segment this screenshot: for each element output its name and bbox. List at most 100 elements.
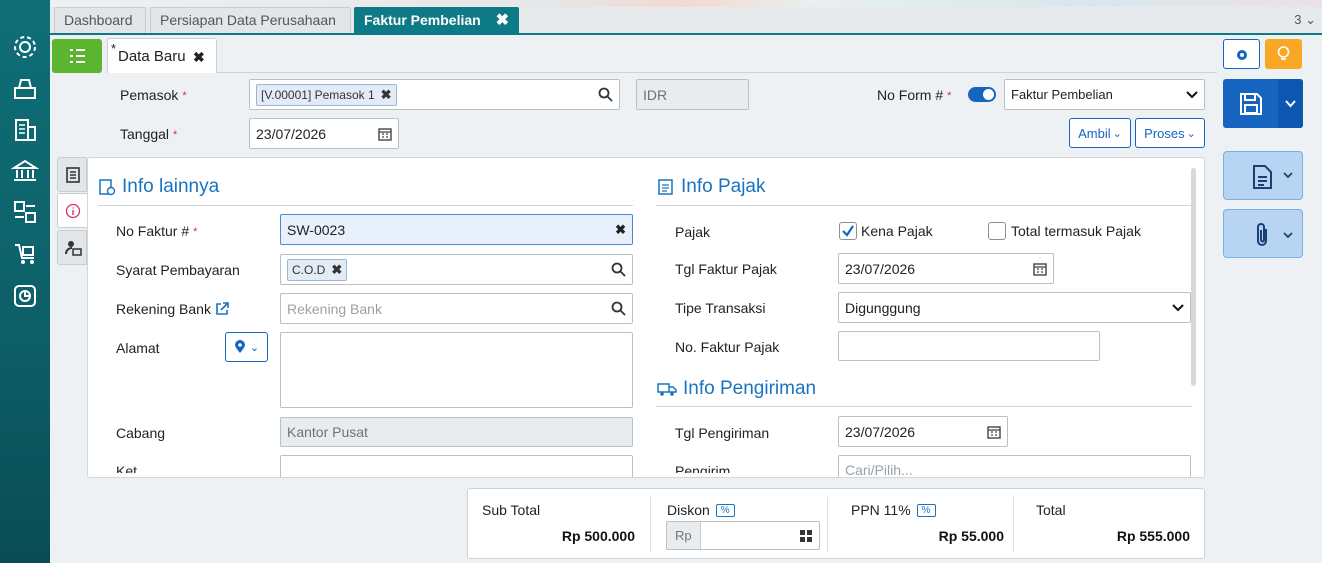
date-field[interactable]: 23/07/2026 [249, 118, 399, 149]
rekening-bank-field[interactable]: Rekening Bank [280, 293, 633, 324]
divider [827, 497, 828, 552]
pengirim-field[interactable]: Cari/Pilih... [838, 455, 1191, 477]
close-icon[interactable]: ✖ [496, 8, 509, 33]
kena-pajak-checkbox[interactable] [839, 222, 857, 240]
chevron-down-icon [1282, 230, 1294, 240]
keterangan-field[interactable] [280, 455, 633, 477]
no-faktur-pajak-label: No. Faktur Pajak [675, 339, 780, 355]
form-type-select[interactable]: Faktur Pembelian [1004, 79, 1205, 110]
remove-icon[interactable]: ✖ [381, 87, 392, 103]
close-icon[interactable]: ✖ [193, 49, 205, 66]
chevron-down-icon: ⌄ [249, 341, 260, 354]
kena-pajak-label: Kena Pajak [861, 223, 933, 239]
ppn-percent-toggle[interactable]: % [916, 504, 936, 517]
calendar-icon[interactable] [987, 425, 1001, 439]
divider [656, 205, 1192, 206]
settings-button[interactable] [1223, 39, 1260, 69]
list-menu-button[interactable] [52, 39, 102, 73]
cashier-icon[interactable] [11, 74, 39, 102]
alamat-textarea[interactable] [280, 332, 633, 408]
totals-bar: Sub Total Rp 500.000 Diskon% Rp PPN 11%%… [467, 488, 1205, 559]
report-chart-icon[interactable] [11, 282, 39, 310]
chevron-down-icon: ⌄ [1112, 127, 1122, 140]
info-panel: Info lainnya No Faktur # * SW-0023 ✖ Syar… [87, 157, 1205, 478]
tax-document-icon [657, 178, 675, 196]
remove-icon[interactable]: ✖ [331, 262, 342, 278]
settings-icon[interactable] [11, 33, 39, 61]
external-link-icon[interactable] [215, 302, 229, 316]
subtotal-value: Rp 500.000 [561, 528, 635, 544]
supplier-field[interactable]: [V.00001] Pemasok 1 ✖ [249, 79, 620, 110]
tipe-transaksi-label: Tipe Transaksi [675, 300, 766, 316]
tab-detail-items[interactable] [57, 157, 87, 192]
tab-overflow-menu[interactable]: 3 ⌄ [1294, 12, 1316, 28]
paperclip-icon [1252, 221, 1272, 249]
document-info-icon [98, 178, 116, 196]
tipe-transaksi-select[interactable]: Digunggung [838, 292, 1191, 323]
rekening-bank-label: Rekening Bank [116, 301, 229, 317]
save-options-caret[interactable] [1278, 79, 1303, 128]
chevron-down-icon [1172, 303, 1184, 312]
ppn-value: Rp 55.000 [938, 528, 1004, 544]
calendar-icon[interactable] [1033, 262, 1047, 276]
tab-persiapan-data[interactable]: Persiapan Data Perusahaan [150, 7, 351, 33]
tgl-pengiriman-field[interactable]: 23/07/2026 [838, 416, 1008, 447]
total-termasuk-pajak-label: Total termasuk Pajak [1011, 223, 1141, 239]
syarat-pembayaran-label: Syarat Pembayaran [116, 262, 240, 278]
diskon-input[interactable]: Rp [666, 521, 820, 550]
document-options-button[interactable] [1223, 151, 1303, 200]
search-icon[interactable] [611, 301, 626, 316]
search-icon[interactable] [598, 87, 613, 102]
diskon-label: Diskon% [667, 502, 735, 519]
info-lainnya-title: Info lainnya [98, 176, 219, 198]
cabang-label: Cabang [116, 425, 166, 441]
subtab-label: Data Baru [118, 48, 186, 65]
no-form-toggle[interactable] [968, 87, 996, 102]
divider [217, 72, 1217, 73]
app-sidebar [0, 0, 50, 563]
save-button[interactable] [1223, 79, 1303, 128]
total-label: Total [1036, 502, 1066, 518]
chevron-down-icon: ⌄ [1186, 127, 1196, 140]
panel-scrollbar[interactable] [1191, 168, 1196, 386]
alamat-label: Alamat [116, 340, 160, 356]
calculator-icon[interactable] [799, 529, 813, 543]
search-icon[interactable] [611, 262, 626, 277]
tab-dashboard[interactable]: Dashboard [54, 7, 146, 33]
address-picker-button[interactable]: ⌄ [225, 332, 268, 362]
divider [656, 406, 1192, 407]
pajak-label: Pajak [675, 224, 711, 240]
inventory-icon[interactable] [11, 198, 39, 226]
tips-bulb-button[interactable] [1265, 39, 1302, 69]
save-icon [1238, 91, 1264, 117]
building-icon[interactable] [11, 116, 39, 144]
calendar-icon[interactable] [378, 127, 392, 141]
tgl-faktur-pajak-label: Tgl Faktur Pajak [675, 261, 777, 277]
syarat-pembayaran-field[interactable]: C.O.D ✖ [280, 254, 633, 285]
tgl-faktur-pajak-field[interactable]: 23/07/2026 [838, 253, 1054, 284]
subtab-data-baru[interactable]: * Data Baru ✖ [107, 38, 217, 73]
document-icon [1250, 164, 1274, 190]
attachment-button[interactable] [1223, 209, 1303, 258]
modified-mark: * [111, 41, 117, 56]
divider [1013, 497, 1014, 552]
clear-icon[interactable]: ✖ [615, 222, 626, 238]
no-faktur-pajak-input[interactable] [838, 331, 1100, 361]
tab-faktur-pembelian[interactable]: Faktur Pembelian ✖ [354, 7, 519, 33]
cabang-field: Kantor Pusat [280, 417, 633, 447]
tab-info-lainnya[interactable] [57, 193, 87, 228]
supplier-chip: [V.00001] Pemasok 1 ✖ [256, 83, 397, 106]
diskon-percent-toggle[interactable]: % [715, 504, 735, 517]
info-pengiriman-title: Info Pengiriman [657, 378, 816, 400]
tab-cost[interactable] [57, 230, 87, 265]
subtotal-label: Sub Total [482, 502, 541, 518]
total-termasuk-pajak-checkbox[interactable] [988, 222, 1006, 240]
ambil-button[interactable]: Ambil ⌄ [1069, 118, 1131, 148]
bank-icon[interactable] [11, 157, 39, 185]
ppn-label: PPN 11%% [851, 502, 936, 519]
no-faktur-input[interactable]: SW-0023 ✖ [280, 214, 633, 245]
proses-button[interactable]: Proses ⌄ [1135, 118, 1205, 148]
divider [650, 497, 651, 552]
purchase-cart-icon[interactable] [11, 240, 39, 268]
chevron-down-icon [1282, 170, 1294, 180]
